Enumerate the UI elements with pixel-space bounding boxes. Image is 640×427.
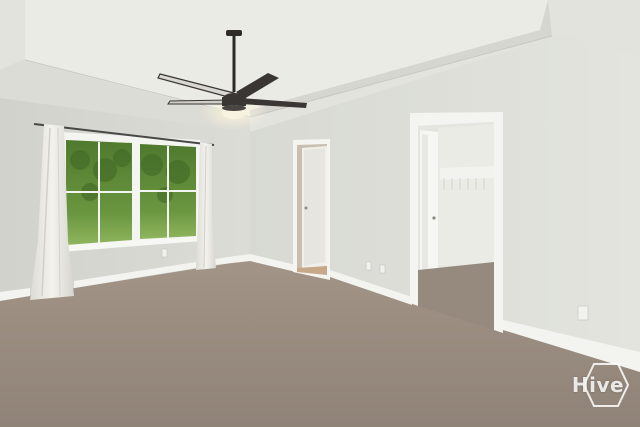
window bbox=[60, 132, 202, 252]
room-scene bbox=[0, 0, 640, 427]
doorway-center bbox=[293, 139, 330, 280]
watermark: Hive bbox=[571, 373, 625, 397]
bedroom-photo: Hive bbox=[0, 0, 640, 427]
doorway-right bbox=[410, 112, 503, 333]
